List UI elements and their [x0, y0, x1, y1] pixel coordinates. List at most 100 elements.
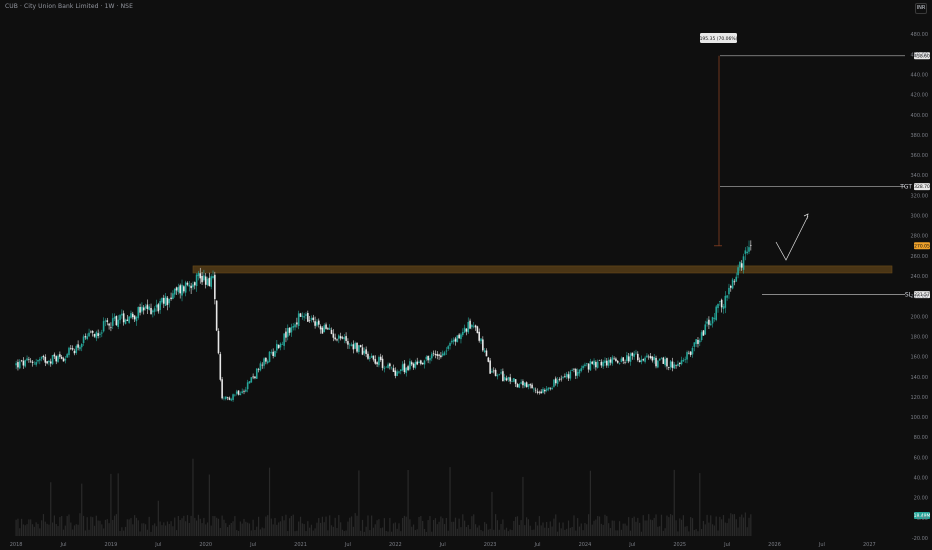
candle-body — [294, 324, 296, 328]
x-tick-label: 2022 — [389, 542, 402, 548]
candle-body — [228, 397, 231, 400]
volume-bar — [555, 514, 557, 536]
volume-bar — [165, 525, 167, 536]
volume-bar — [223, 519, 225, 536]
volume-bar — [177, 515, 179, 536]
candle-body — [133, 315, 136, 320]
x-tick-label: 2025 — [673, 542, 686, 548]
volume-bar — [433, 520, 435, 536]
volume-bar — [196, 520, 198, 536]
volume-bar — [690, 517, 692, 536]
volume-bar — [462, 514, 464, 536]
volume-bar — [101, 524, 103, 536]
candle-body — [323, 325, 326, 333]
candle-body — [277, 345, 280, 349]
y-tick-label: 360.00 — [911, 153, 929, 159]
volume-bar — [702, 520, 705, 536]
candle-body — [104, 320, 107, 322]
volume-bar — [28, 519, 30, 536]
candle-body — [715, 306, 717, 320]
volume-bar — [84, 530, 86, 536]
candle-body — [602, 361, 604, 367]
candle-body — [319, 326, 322, 330]
candle-body — [480, 338, 482, 342]
price-chart[interactable]: TGT 328.70SL 221.57458.60195.35 (70.06%)27… — [0, 0, 932, 550]
candle-body — [237, 390, 240, 395]
candle-body — [370, 355, 373, 358]
candle-body — [137, 306, 140, 318]
candle-body — [571, 369, 573, 371]
volume-bar — [538, 516, 540, 536]
candle-body — [361, 347, 364, 355]
candle-body — [430, 353, 433, 359]
candle-body — [622, 357, 625, 361]
candle-body — [482, 339, 484, 351]
volume-bar — [728, 518, 730, 536]
volume-bar — [642, 515, 644, 536]
candle-body — [290, 327, 293, 333]
volume-bar — [329, 515, 331, 536]
volume-bar — [471, 516, 473, 536]
candle-body — [591, 361, 594, 364]
volume-bar — [704, 524, 706, 536]
volume-bar — [121, 527, 123, 536]
candle-body — [385, 366, 388, 368]
candle-body — [365, 349, 367, 354]
volume-bar — [212, 516, 214, 536]
candle-body — [389, 363, 391, 367]
candle-body — [345, 336, 347, 341]
candle-body — [662, 357, 665, 364]
volume-bar — [17, 518, 19, 536]
candle-body — [310, 317, 313, 320]
volume-bar — [15, 519, 17, 536]
volume-bar — [106, 519, 108, 536]
candle-body — [447, 346, 449, 349]
volume-bar — [123, 530, 125, 536]
volume-bar — [717, 530, 719, 536]
volume-bar — [697, 531, 699, 536]
candle-body — [265, 357, 267, 362]
candle-body — [660, 358, 663, 360]
volume-bar — [744, 512, 746, 536]
candle-body — [252, 376, 254, 378]
candle-body — [611, 357, 614, 364]
volume-bar — [82, 515, 85, 536]
candle-body — [598, 360, 601, 361]
volume-bar — [695, 529, 697, 536]
candle-body — [538, 392, 541, 394]
candle-body — [638, 360, 641, 363]
candle-body — [343, 337, 346, 340]
candle-body — [664, 359, 666, 366]
volume-bar — [381, 527, 384, 536]
volume-bar — [595, 519, 597, 536]
candle-body — [330, 329, 333, 334]
volume-bar — [587, 514, 590, 536]
volume-bar — [482, 531, 484, 536]
volume-bar — [367, 515, 369, 536]
volume-bar — [454, 517, 457, 536]
candle-body — [425, 356, 428, 360]
volume-bar — [622, 523, 624, 536]
volume-bar — [575, 530, 577, 536]
volume-bar — [414, 530, 416, 536]
volume-bar — [464, 520, 466, 536]
candle-body — [576, 372, 579, 376]
volume-bar — [553, 518, 555, 536]
candle-body — [620, 358, 623, 362]
volume-bar — [197, 514, 200, 536]
candle-body — [421, 362, 424, 365]
candle-body — [270, 352, 273, 353]
volume-bar — [691, 518, 694, 536]
candle-body — [609, 359, 612, 363]
volume-bar — [476, 527, 478, 536]
volume-bar — [108, 523, 110, 536]
candle-body — [467, 321, 470, 333]
candle-body — [348, 344, 351, 346]
candle-body — [509, 377, 511, 382]
volume-bar — [653, 517, 655, 536]
volume-bar — [68, 514, 70, 536]
candle-body — [740, 263, 743, 268]
candle-body — [731, 279, 734, 289]
volume-bar — [735, 519, 737, 536]
volume-bar — [179, 520, 181, 536]
